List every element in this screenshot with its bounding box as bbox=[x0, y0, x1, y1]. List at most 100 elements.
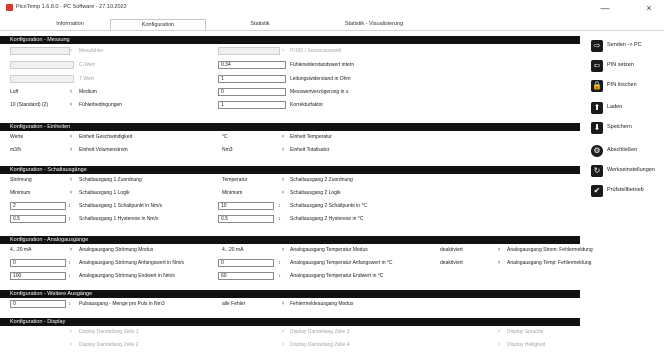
chevron-down-icon: ˅ bbox=[281, 342, 285, 348]
analog-stroemung-modus-label: Analogausgang Strömung Modus bbox=[79, 247, 154, 253]
fuehlerbedingungen-select[interactable]: 10 (Standard) (2) bbox=[10, 101, 68, 109]
schaltausgang1-schaltpunkt-input[interactable]: 2 bbox=[10, 202, 66, 210]
sensor-select-label: Pt100 / Sensorauswahl bbox=[290, 48, 342, 54]
einheit-geschwindigkeit-label: Einheit Geschwindigkeit bbox=[79, 134, 133, 140]
factory-settings-button[interactable]: ↻ Werkseinstellungen bbox=[591, 165, 661, 177]
save-label: Speichern bbox=[607, 124, 632, 130]
chevron-down-icon[interactable]: ˅ bbox=[280, 246, 286, 254]
refresh-icon: ↻ bbox=[591, 165, 603, 177]
chevron-down-icon[interactable]: ˅ bbox=[496, 259, 502, 267]
schaltausgang1-logik-label: Schaltausgang 1 Logik bbox=[79, 190, 130, 196]
display-zeile2-label: Display Darstellung Zeile 2 bbox=[79, 342, 139, 348]
c-wert-input bbox=[10, 61, 74, 69]
spin-icon[interactable]: ↕ bbox=[66, 259, 73, 267]
close-icon[interactable]: × bbox=[640, 2, 658, 14]
analog-temperatur-modus-label: Analogausgang Temperatur Modus bbox=[290, 247, 368, 253]
display-helligkeit-label: Display Helligkeit bbox=[507, 342, 546, 348]
chevron-down-icon[interactable]: ˅ bbox=[68, 246, 74, 254]
chevron-down-icon[interactable]: ˅ bbox=[68, 176, 74, 184]
load-label: Laden bbox=[607, 104, 623, 110]
fuehlerbedingungen-label: Fühlerbedingungen bbox=[79, 102, 123, 108]
einheit-geschwindigkeit-select[interactable]: Werte bbox=[10, 133, 68, 141]
chevron-down-icon[interactable]: ˅ bbox=[280, 189, 286, 197]
schaltausgang2-hysterese-input[interactable]: 0.5 bbox=[218, 215, 274, 223]
analog-temp-fehler-select[interactable]: deaktiviert bbox=[440, 259, 496, 267]
pulsausgang-menge-input[interactable]: 0 bbox=[10, 300, 66, 308]
spin-icon[interactable]: ↕ bbox=[276, 259, 283, 267]
analog-stroemung-end-input[interactable]: 100 bbox=[10, 272, 66, 280]
messfuehler-field bbox=[10, 47, 70, 55]
spin-icon[interactable]: ↕ bbox=[66, 202, 73, 210]
analog-strom-fehler-select[interactable]: deaktiviert bbox=[440, 246, 496, 254]
spin-icon[interactable]: ↕ bbox=[66, 272, 73, 280]
clear-button[interactable]: ⚙ Abschließen bbox=[591, 145, 661, 157]
schaltausgang2-schaltpunkt-label: Schaltausgang 2 Schaltpunkt in °C bbox=[290, 203, 368, 209]
pin-reset-button[interactable]: 🔒 PIN löschen bbox=[591, 80, 661, 92]
spin-icon[interactable]: ↕ bbox=[276, 215, 283, 223]
chevron-down-icon[interactable]: ˅ bbox=[280, 176, 286, 184]
schaltausgang1-zuordnung-select[interactable]: Strömung bbox=[10, 176, 68, 184]
minimize-icon[interactable]: — bbox=[596, 2, 614, 14]
tab-statistik[interactable]: Statistik bbox=[206, 19, 314, 30]
chevron-down-icon[interactable]: ˅ bbox=[280, 146, 286, 154]
einheit-temperatur-select[interactable]: °C bbox=[222, 133, 280, 141]
spin-icon[interactable]: ↕ bbox=[276, 272, 283, 280]
spin-icon[interactable]: ↕ bbox=[66, 215, 73, 223]
chevron-down-icon: ˅ bbox=[69, 342, 73, 348]
chevron-down-icon[interactable]: ˅ bbox=[68, 189, 74, 197]
window-title: PicoTemp 1.6.8.0 - PC Software - 27.10.2… bbox=[16, 4, 127, 10]
analog-stroemung-anfang-input[interactable]: 0 bbox=[10, 259, 66, 267]
section-header-analogausgaenge: Konfiguration - Analogausgänge bbox=[0, 236, 580, 244]
analog-temp-fehler-label: Analogausgang Temp: Fehlermeldung bbox=[507, 260, 592, 266]
c-wert-label: C-Wert bbox=[79, 62, 95, 68]
schaltausgang1-schaltpunkt-label: Schaltausgang 1 Schaltpunkt in Nm/s bbox=[79, 203, 163, 209]
section-header-schaltausgaenge: Konfiguration - Schaltausgänge bbox=[0, 166, 580, 174]
schaltausgang1-logik-select[interactable]: Minimum bbox=[10, 189, 68, 197]
t-wert-label: T-Wert bbox=[79, 76, 94, 82]
send-to-pc-label: Senden -> PC bbox=[607, 42, 642, 48]
einheit-totalisator-select[interactable]: Nm3 bbox=[222, 146, 280, 154]
medium-select[interactable]: Luft bbox=[10, 88, 68, 96]
chevron-down-icon[interactable]: ˅ bbox=[68, 101, 74, 109]
schaltausgang2-logik-label: Schaltausgang 2 Logik bbox=[290, 190, 341, 196]
send-to-pc-button[interactable]: ⇨ Senden -> PC bbox=[591, 40, 661, 52]
tab-konfiguration[interactable]: Konfiguration bbox=[110, 19, 206, 30]
spin-icon[interactable]: ↕ bbox=[66, 300, 73, 308]
chevron-down-icon[interactable]: ˅ bbox=[68, 133, 74, 141]
schaltausgang1-hysterese-input[interactable]: 0.5 bbox=[10, 215, 66, 223]
chevron-down-icon[interactable]: ˅ bbox=[280, 133, 286, 141]
save-button[interactable]: ⬇ Speichern bbox=[591, 122, 661, 134]
tab-information[interactable]: Information bbox=[30, 19, 110, 30]
pin-set-button[interactable]: ⇦ PIN setzen bbox=[591, 60, 661, 72]
fuehlerwiderstand-input[interactable]: 0.34 bbox=[218, 61, 286, 69]
chevron-down-icon[interactable]: ˅ bbox=[496, 246, 502, 254]
analog-temperatur-anfang-input[interactable]: 0 bbox=[218, 259, 274, 267]
medium-label: Medium bbox=[79, 89, 97, 95]
section-header-messung: Konfiguration - Messung bbox=[0, 36, 580, 44]
analog-temperatur-modus-select[interactable]: 4...20 mA bbox=[222, 246, 280, 254]
schaltausgang2-schaltpunkt-input[interactable]: 10 bbox=[218, 202, 274, 210]
chevron-down-icon[interactable]: ˅ bbox=[68, 88, 74, 96]
spin-icon[interactable]: ↕ bbox=[276, 202, 283, 210]
tab-statistik-visualisierung[interactable]: Statistik - Visualisierung bbox=[314, 19, 434, 30]
schaltausgang2-logik-select[interactable]: Minimum bbox=[222, 189, 280, 197]
test-mode-button[interactable]: ✔ Prüfstellbetrieb bbox=[591, 185, 661, 197]
leitungswiderstand-input[interactable]: 1 bbox=[218, 75, 286, 83]
korrekturfaktor-input[interactable]: 1 bbox=[218, 101, 286, 109]
einheit-temperatur-label: Einheit Temperatur bbox=[290, 134, 332, 140]
messwertverzoegerung-input[interactable]: 0 bbox=[218, 88, 286, 96]
schaltausgang2-zuordnung-select[interactable]: Temperatur bbox=[222, 176, 280, 184]
chevron-down-icon[interactable]: ˅ bbox=[68, 146, 74, 154]
chevron-down-icon: ˅ bbox=[69, 329, 73, 335]
einheit-volumenstrom-select[interactable]: m3/h bbox=[10, 146, 68, 154]
fuehlerwiderstand-label: Fühlerwiderstandswert intern bbox=[290, 62, 355, 68]
upload-icon: ⬆ bbox=[591, 102, 603, 114]
display-zeile1-label: Display Darstellung Zeile 1 bbox=[79, 329, 139, 335]
load-button[interactable]: ⬆ Laden bbox=[591, 102, 661, 114]
analog-temperatur-end-input[interactable]: 60 bbox=[218, 272, 274, 280]
fehlermeldeausgang-modus-select[interactable]: alle Fehler bbox=[222, 300, 280, 308]
fehlermeldeausgang-modus-label: Fehlermeldeausgang Modus bbox=[290, 301, 354, 307]
chevron-down-icon[interactable]: ˅ bbox=[280, 300, 286, 308]
analog-stroemung-modus-select[interactable]: 4...20 mA bbox=[10, 246, 68, 254]
analog-strom-fehler-label: Analogausgang Strom: Fehlermeldung bbox=[507, 247, 593, 253]
